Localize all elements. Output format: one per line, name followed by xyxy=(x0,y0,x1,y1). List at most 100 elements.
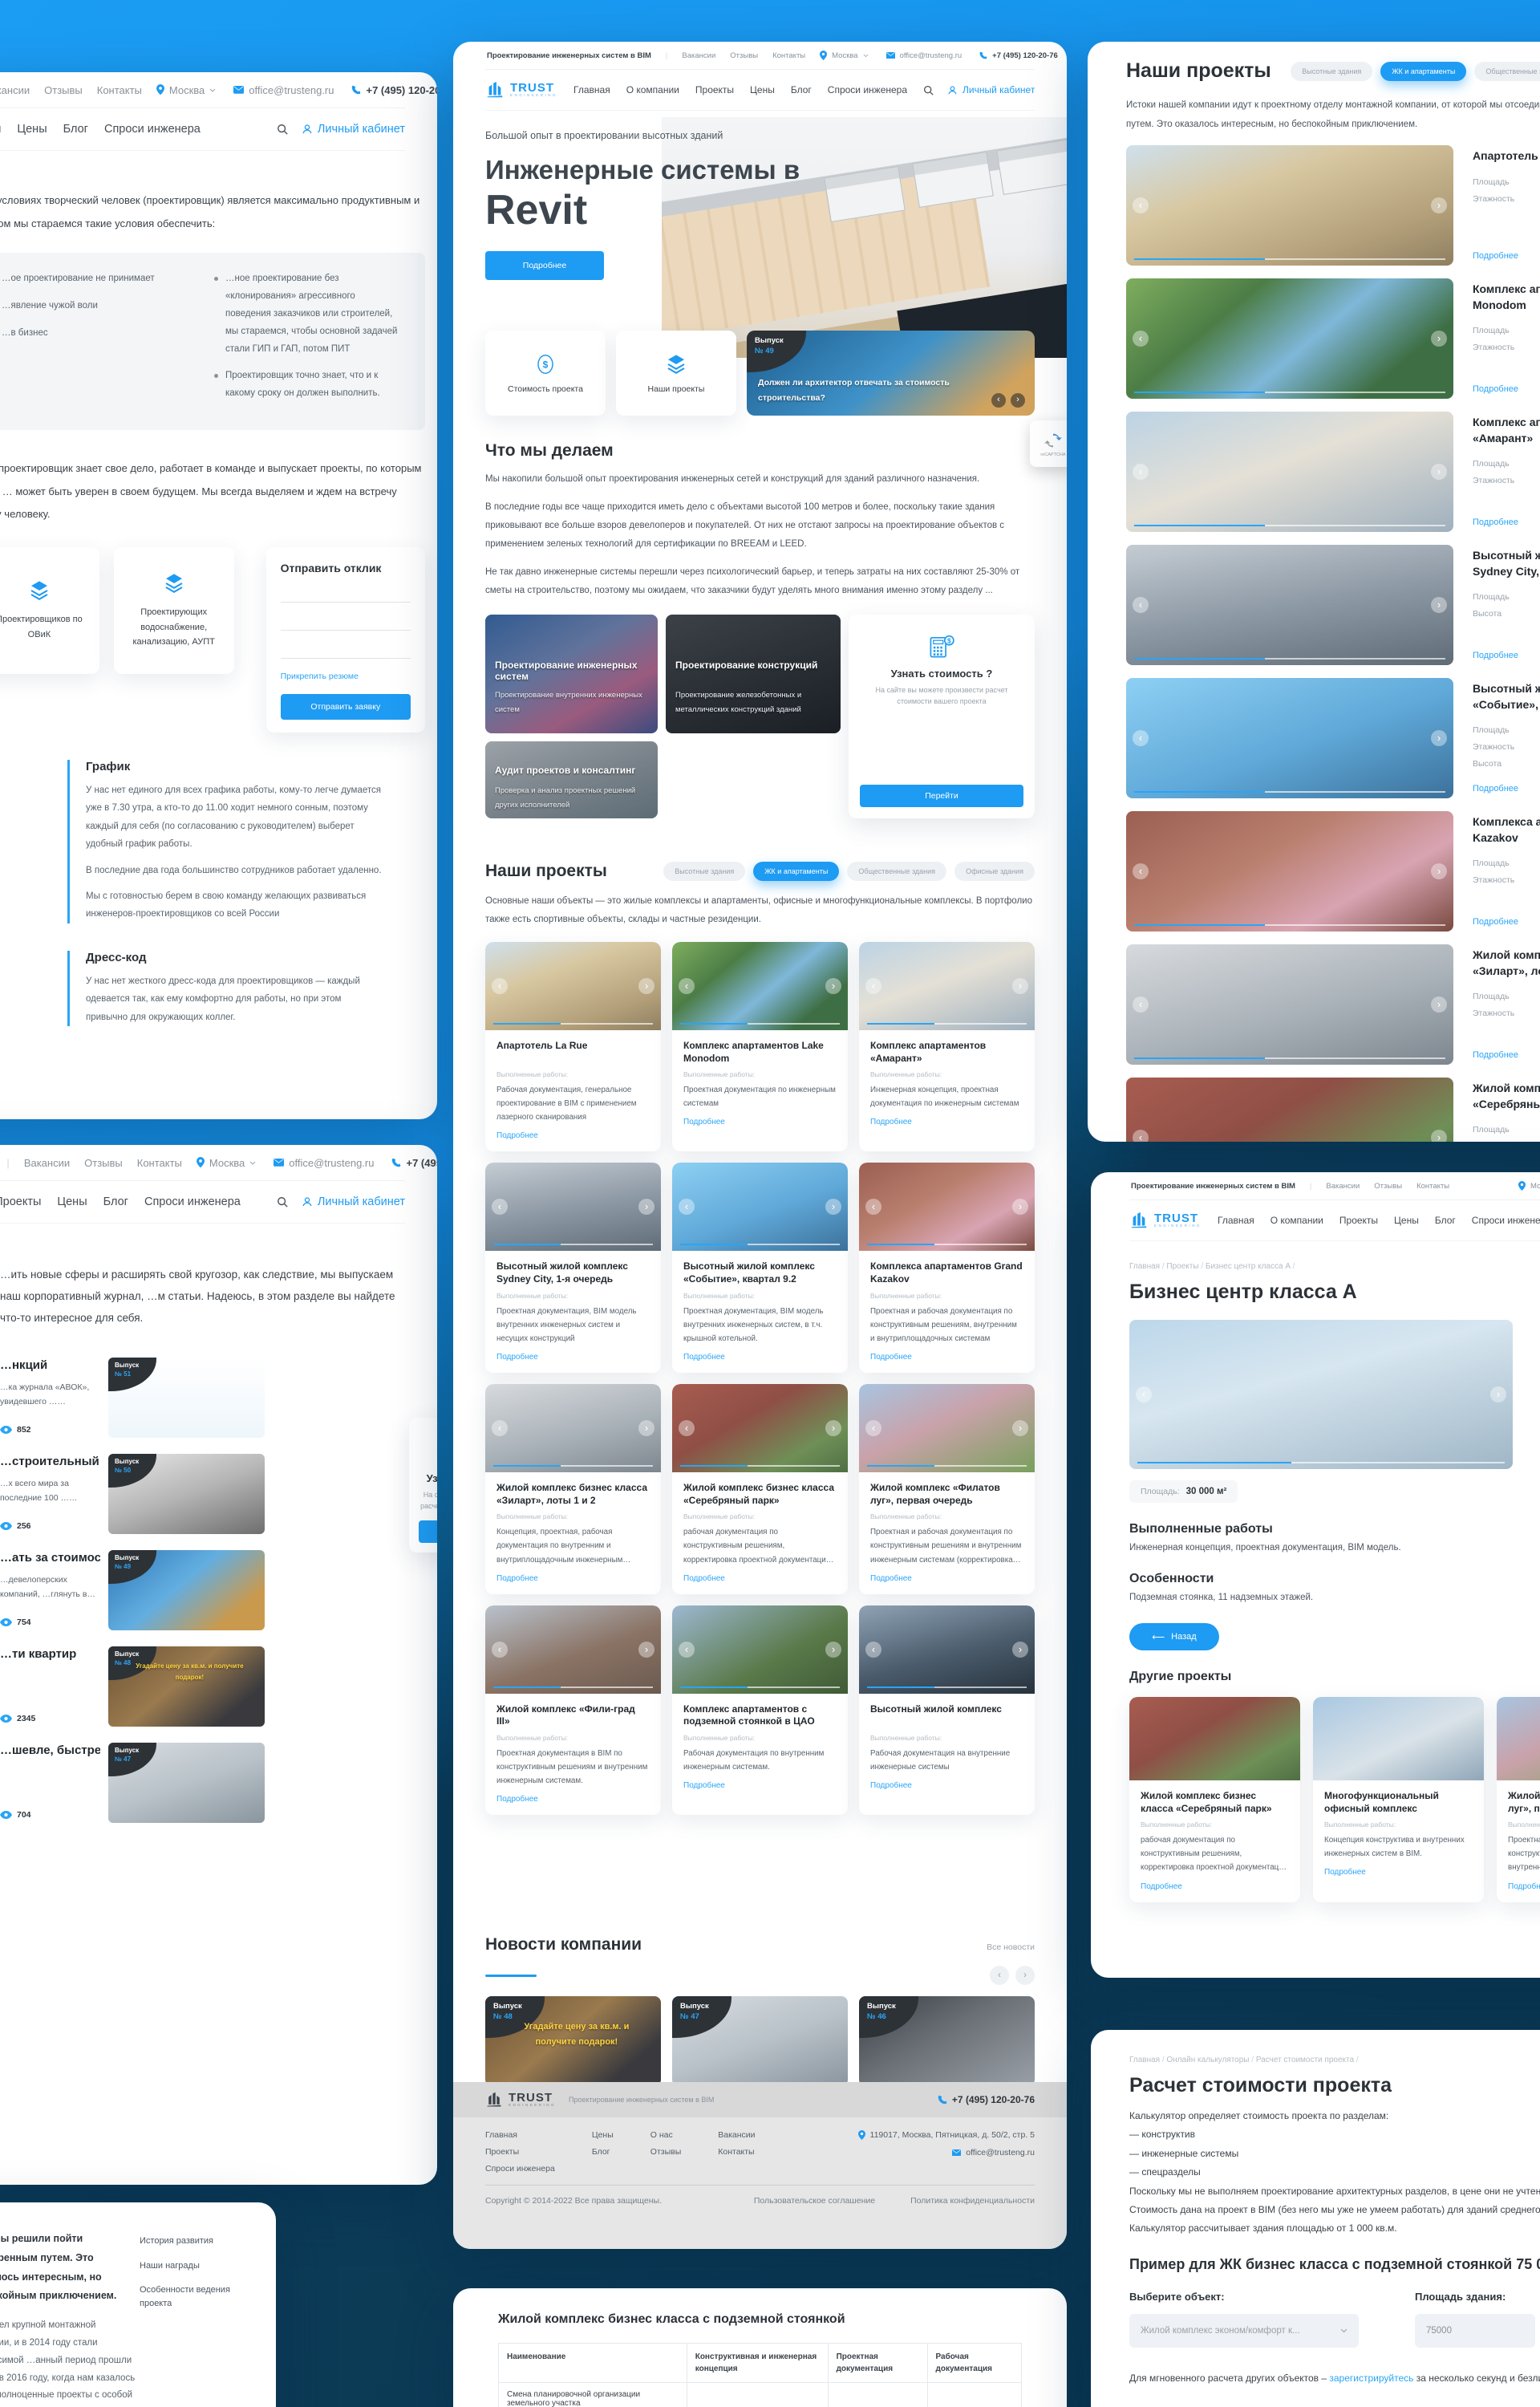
city-selector[interactable]: Москва xyxy=(197,1157,256,1169)
back-button[interactable]: ⟵Назад xyxy=(1129,1623,1219,1650)
topbar-link[interactable]: Контакты xyxy=(1416,1182,1449,1191)
project-image[interactable]: ‹ › xyxy=(672,1163,848,1251)
article-image[interactable]: Выпуск№ 51 xyxy=(108,1358,265,1438)
project-title[interactable]: Жилой комплекс «Фили-град III» xyxy=(496,1703,650,1728)
breadcrumb-item[interactable]: Онлайн калькуляторы xyxy=(1166,2056,1255,2064)
carousel-prev-arrow[interactable]: ‹ xyxy=(1133,730,1149,746)
carousel-prev-arrow[interactable]: ‹ xyxy=(865,1420,881,1436)
project-image[interactable]: ‹ › xyxy=(1126,811,1453,932)
project-image[interactable]: ‹ › xyxy=(859,1163,1035,1251)
brand-logo[interactable]: TRUSTENGINEERING xyxy=(485,80,557,99)
carousel-next-arrow[interactable]: › xyxy=(1490,1386,1506,1402)
footer-link[interactable]: Отзывы xyxy=(650,2147,681,2157)
footer-link[interactable]: Цены xyxy=(592,2130,614,2140)
project-title[interactable]: Высотный жилой комплекс «Событие», кварт… xyxy=(1473,681,1540,712)
carousel-next-arrow[interactable]: › xyxy=(1431,464,1447,480)
nav-item[interactable]: Спроси инженера xyxy=(144,1195,241,1208)
project-image[interactable]: ‹ › xyxy=(1126,944,1453,1065)
topbar-link[interactable]: Вакансии xyxy=(24,1157,70,1169)
service-card[interactable]: Проектирование конструкций Проектировани… xyxy=(666,615,841,733)
attach-resume-link[interactable]: Прикрепить резюме xyxy=(281,672,359,681)
filter-chip[interactable]: ЖК и апартаменты xyxy=(753,862,839,881)
city-selector[interactable]: Москва xyxy=(820,51,868,60)
project-image[interactable]: ‹ › xyxy=(859,1384,1035,1472)
issue-banner[interactable]: Выпуск№ 49 Должен ли архитектор отвечать… xyxy=(747,331,1035,416)
nav-item[interactable]: Спроси инженера xyxy=(1472,1215,1540,1226)
project-title[interactable]: Апартотель La Rue xyxy=(1473,148,1540,164)
carousel-next-arrow[interactable]: › xyxy=(638,978,654,994)
form-field[interactable] xyxy=(281,609,411,631)
project-more-link[interactable]: Подробнее xyxy=(1473,784,1540,794)
carousel-next-arrow[interactable]: › xyxy=(1431,597,1447,613)
news-next-arrow[interactable]: › xyxy=(1015,1966,1035,1985)
breadcrumb-item[interactable]: Проекты xyxy=(1166,1262,1205,1271)
project-title[interactable]: Жилой комплекс бизнес класса «Серебряный… xyxy=(683,1482,837,1507)
footer-phone[interactable]: +7 (495) 120-20-76 xyxy=(938,2094,1035,2105)
filter-chip[interactable]: Офисные здания xyxy=(954,862,1035,881)
search-icon[interactable] xyxy=(923,85,934,95)
city-selector[interactable]: Москва xyxy=(1518,1181,1540,1191)
area-input[interactable] xyxy=(1415,2314,1535,2348)
carousel-next-arrow[interactable]: › xyxy=(1431,996,1447,1013)
carousel-prev-arrow[interactable]: ‹ xyxy=(492,1420,508,1436)
carousel-prev-arrow[interactable]: ‹ xyxy=(492,978,508,994)
nav-item[interactable]: Цены xyxy=(1394,1215,1419,1226)
topbar-link[interactable]: Отзывы xyxy=(1374,1182,1402,1191)
project-title[interactable]: Комплекс апартаментов «Амарант» xyxy=(870,1040,1023,1065)
article-title[interactable]: …шевле, быстрее и xyxy=(0,1743,100,1759)
all-news-link[interactable]: Все новости xyxy=(987,1942,1035,1952)
topbar-link[interactable]: Вакансии xyxy=(682,51,715,60)
nav-item[interactable]: Цены xyxy=(57,1195,87,1208)
carousel-prev-arrow[interactable]: ‹ xyxy=(679,1642,695,1658)
project-title[interactable]: Жилой комплекс бизнес класса «Серебряный… xyxy=(1141,1790,1289,1815)
project-image[interactable]: ‹ › xyxy=(1126,545,1453,665)
search-icon[interactable] xyxy=(277,124,288,135)
account-link[interactable]: Личный кабинет xyxy=(302,123,405,136)
filter-chip[interactable]: Общественные здания xyxy=(1474,62,1540,81)
project-more-link[interactable]: Подробнее xyxy=(870,1118,912,1126)
project-image[interactable] xyxy=(1497,1697,1540,1780)
footer-link[interactable]: Проекты xyxy=(485,2147,555,2157)
carousel-next-arrow[interactable]: › xyxy=(825,978,841,994)
email-link[interactable]: office@trusteng.ru xyxy=(233,84,334,96)
carousel-prev-arrow[interactable]: ‹ xyxy=(865,1642,881,1658)
footer-link[interactable]: Спроси инженера xyxy=(485,2164,555,2174)
project-more-link[interactable]: Подробнее xyxy=(1473,251,1540,261)
breadcrumb-item[interactable]: Главная xyxy=(1129,2056,1166,2064)
nav-item[interactable]: Блог xyxy=(791,84,812,95)
project-more-link[interactable]: Подробнее xyxy=(496,1574,538,1583)
email-link[interactable]: office@trusteng.ru xyxy=(886,51,962,60)
project-title[interactable]: Комплекса апартаментов Grand Kazakov xyxy=(870,1260,1023,1285)
banner-prev-arrow[interactable]: ‹ xyxy=(991,393,1006,408)
project-more-link[interactable]: Подробнее xyxy=(496,1353,538,1362)
project-title[interactable]: Жилой комплекс бизнес класса «Зиларт», л… xyxy=(496,1482,650,1507)
carousel-prev-arrow[interactable]: ‹ xyxy=(865,978,881,994)
banner-next-arrow[interactable]: › xyxy=(1011,393,1025,408)
project-image[interactable]: ‹ › xyxy=(1126,1078,1453,1142)
news-prev-arrow[interactable]: ‹ xyxy=(990,1966,1009,1985)
carousel-next-arrow[interactable]: › xyxy=(1431,197,1447,213)
carousel-next-arrow[interactable]: › xyxy=(1012,1642,1028,1658)
sidebar-item[interactable]: Наши награды xyxy=(140,2259,260,2273)
nav-item[interactable]: Цены xyxy=(750,84,775,95)
project-image[interactable]: ‹ › xyxy=(485,1163,661,1251)
article-title[interactable]: …строительный xyxy=(0,1454,100,1470)
footer-link[interactable]: Главная xyxy=(485,2130,555,2140)
nav-item[interactable]: Главная xyxy=(573,84,610,95)
carousel-next-arrow[interactable]: › xyxy=(638,1642,654,1658)
search-icon[interactable] xyxy=(277,1196,288,1208)
article-image[interactable]: Выпуск№ 49 xyxy=(108,1550,265,1630)
project-more-link[interactable]: Подробнее xyxy=(870,1353,912,1362)
carousel-prev-arrow[interactable]: ‹ xyxy=(1133,197,1149,213)
register-link[interactable]: зарегистрируйтесь xyxy=(1329,2372,1413,2384)
nav-item[interactable]: Цены xyxy=(17,123,47,136)
legal-link[interactable]: Пользовательское соглашение xyxy=(754,2196,875,2206)
project-title[interactable]: Жилой комплекс бизнес класса «Зиларт», л… xyxy=(1473,948,1540,979)
footer-email[interactable]: office@trusteng.ru xyxy=(858,2148,1035,2157)
nav-item[interactable]: О компании xyxy=(626,84,679,95)
carousel-next-arrow[interactable]: › xyxy=(1012,978,1028,994)
article-image[interactable]: Выпуск№ 50 xyxy=(108,1454,265,1534)
project-image[interactable]: ‹ › xyxy=(485,1605,661,1694)
project-title[interactable]: Высотный жилой комплекс «Событие», кварт… xyxy=(683,1260,837,1285)
project-more-link[interactable]: Подробнее xyxy=(496,1131,538,1140)
